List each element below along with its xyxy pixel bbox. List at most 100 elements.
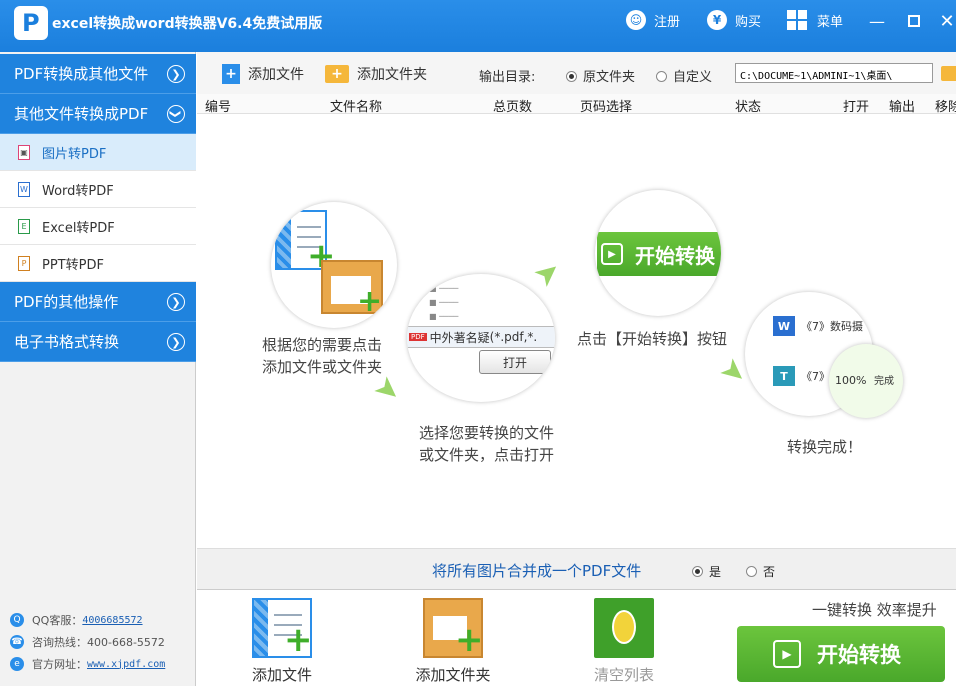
excel-file-icon: E — [18, 219, 30, 234]
file-table-header: 编号 文件名称 总页数 页码选择 状态 打开 输出 移除 — [197, 94, 956, 114]
sidebar-item-ppt-to-pdf[interactable]: P PPT转PDF — [0, 245, 196, 282]
file-dialog-row: PDF 中外著名疑(*.pdf,*. — [407, 326, 555, 348]
ie-globe-icon: e — [10, 657, 24, 671]
output-path-field[interactable]: C:\DOCUME~1\ADMINI~1\桌面\ — [735, 63, 933, 83]
pdf-file-icon: PDF — [409, 333, 427, 341]
category-label: 电子书格式转换 — [14, 331, 119, 352]
register-button[interactable]: ☺ 注册 — [626, 10, 680, 30]
qq-label: QQ客服： — [32, 612, 82, 628]
chevron-right-icon: ❯ — [167, 65, 185, 83]
broom-icon — [594, 598, 654, 658]
column-header-output: 输出 — [889, 96, 915, 115]
add-folder-icon: + — [325, 65, 349, 83]
word-file-icon: W — [18, 182, 30, 197]
bottom-add-folder-button[interactable]: + 添加文件夹 — [408, 598, 498, 685]
step1-text: 根据您的需要点击 添加文件或文件夹 — [262, 334, 382, 378]
folder-list-preview: ■ ────■ ────■ ──── — [429, 282, 519, 332]
clear-list-label: 清空列表 — [594, 664, 654, 685]
chevron-right-icon: ❯ — [167, 333, 185, 351]
category-pdf-to-other[interactable]: PDF转换成其他文件 ❯ — [0, 54, 196, 94]
menu-label: 菜单 — [817, 11, 843, 30]
add-folder-icon: + — [423, 598, 483, 658]
sidebar-item-word-to-pdf[interactable]: W Word转PDF — [0, 171, 196, 208]
website-link[interactable]: www.xjpdf.com — [87, 659, 165, 670]
progress-badge: 100% 完成 — [829, 344, 903, 418]
radio-custom-folder[interactable]: 自定义 — [656, 66, 712, 85]
qq-contact: Q QQ客服： 4006685572 — [10, 612, 143, 628]
step3-illustration: ▶ 开始转换 — [595, 190, 721, 316]
chevron-down-icon: ❯ — [167, 105, 185, 123]
demo-progress: 100% — [835, 374, 866, 387]
column-header-status: 状态 — [735, 96, 761, 115]
merge-no-radio[interactable]: 否 — [746, 563, 775, 580]
radio-unselected-icon — [746, 566, 757, 577]
minimize-button[interactable]: — — [868, 12, 886, 30]
title-bar: P excel转换成word转换器V6.4免费试用版 ☺ 注册 ¥ 购买 菜单 … — [0, 0, 956, 52]
demo-done: 完成 — [874, 376, 894, 387]
ppt-file-icon: P — [18, 256, 30, 271]
start-convert-button[interactable]: ▶ 开始转换 — [737, 626, 945, 682]
buy-button[interactable]: ¥ 购买 — [707, 10, 761, 30]
add-file-button[interactable]: + 添加文件 — [222, 64, 304, 84]
radio-selected-icon — [566, 71, 577, 82]
buy-label: 购买 — [735, 11, 761, 30]
maximize-icon — [908, 15, 920, 27]
start-convert-label: 开始转换 — [817, 639, 901, 669]
column-header-remove: 移除 — [935, 96, 956, 115]
category-pdf-other-ops[interactable]: PDF的其他操作 ❯ — [0, 282, 196, 322]
demo-doc2: 《7》 — [801, 368, 830, 384]
maximize-button[interactable] — [905, 12, 923, 30]
image-file-icon: ▣ — [18, 145, 30, 160]
step2-line2: 或文件夹，点击打开 — [419, 444, 554, 466]
merge-yes-radio[interactable]: 是 — [692, 563, 721, 580]
yen-icon: ¥ — [707, 10, 727, 30]
app-title: excel转换成word转换器V6.4免费试用版 — [52, 13, 322, 33]
radio-label: 原文件夹 — [583, 70, 635, 85]
radio-label: 否 — [763, 565, 775, 579]
bottom-add-file-button[interactable]: + 添加文件 — [237, 598, 327, 685]
phone-icon: ☎ — [10, 635, 24, 649]
bottom-add-folder-label: 添加文件夹 — [415, 664, 490, 685]
browse-folder-icon[interactable] — [941, 66, 956, 81]
grid-menu-icon — [787, 10, 807, 30]
radio-original-folder[interactable]: 原文件夹 — [566, 66, 635, 85]
category-other-to-pdf[interactable]: 其他文件转换成PDF ❯ — [0, 94, 196, 134]
add-folder-button[interactable]: + 添加文件夹 — [325, 64, 427, 84]
converted-doc-row: W 《7》数码摄 — [773, 314, 873, 338]
add-file-label: 添加文件 — [248, 64, 304, 84]
toolbar: + 添加文件 + 添加文件夹 输出目录: 原文件夹 自定义 C:\DOCUME~… — [197, 52, 956, 94]
step1-line2: 添加文件或文件夹 — [262, 356, 382, 378]
file-list-area[interactable]: + + 根据您的需要点击 添加文件或文件夹 ➤ ■ ────■ ────■ ──… — [197, 114, 956, 548]
demo-start-label: 开始转换 — [635, 240, 715, 269]
minimize-icon: — — [869, 12, 885, 31]
word-doc-icon: W — [773, 316, 795, 336]
hotline-contact: ☎ 咨询热线： 400-668-5572 — [10, 634, 165, 650]
merge-label: 将所有图片合并成一个PDF文件 — [432, 560, 641, 581]
sidebar-item-label: 图片转PDF — [42, 143, 106, 162]
menu-button[interactable]: 菜单 — [787, 10, 843, 30]
play-icon: ▶ — [773, 640, 801, 668]
radio-label: 自定义 — [673, 70, 712, 85]
category-label: PDF转换成其他文件 — [14, 63, 148, 84]
app-logo: P — [14, 6, 48, 40]
category-ebook-convert[interactable]: 电子书格式转换 ❯ — [0, 322, 196, 362]
qq-link[interactable]: 4006685572 — [82, 615, 142, 626]
sidebar-item-excel-to-pdf[interactable]: E Excel转PDF — [0, 208, 196, 245]
step2-illustration: ■ ────■ ────■ ──── PDF 中外著名疑(*.pdf,*. 打开 — [407, 274, 555, 402]
column-header-index: 编号 — [205, 96, 231, 115]
sidebar-item-image-to-pdf[interactable]: ▣ 图片转PDF — [0, 134, 196, 171]
user-icon: ☺ — [626, 10, 646, 30]
step1-illustration: + + — [271, 202, 397, 328]
demo-doc1: 《7》数码摄 — [801, 318, 863, 334]
chevron-right-icon: ❯ — [167, 293, 185, 311]
site-label: 官方网址： — [32, 656, 87, 672]
column-header-filename: 文件名称 — [330, 96, 382, 115]
play-icon: ▶ — [601, 243, 623, 265]
radio-selected-icon — [692, 566, 703, 577]
step3-text: 点击【开始转换】按钮 — [577, 328, 727, 350]
close-button[interactable]: ✕ — [938, 12, 956, 30]
demo-filename: 中外著名疑 — [430, 329, 490, 346]
clear-list-button[interactable]: 清空列表 — [579, 598, 669, 685]
add-file-icon: + — [252, 598, 312, 658]
radio-unselected-icon — [656, 71, 667, 82]
